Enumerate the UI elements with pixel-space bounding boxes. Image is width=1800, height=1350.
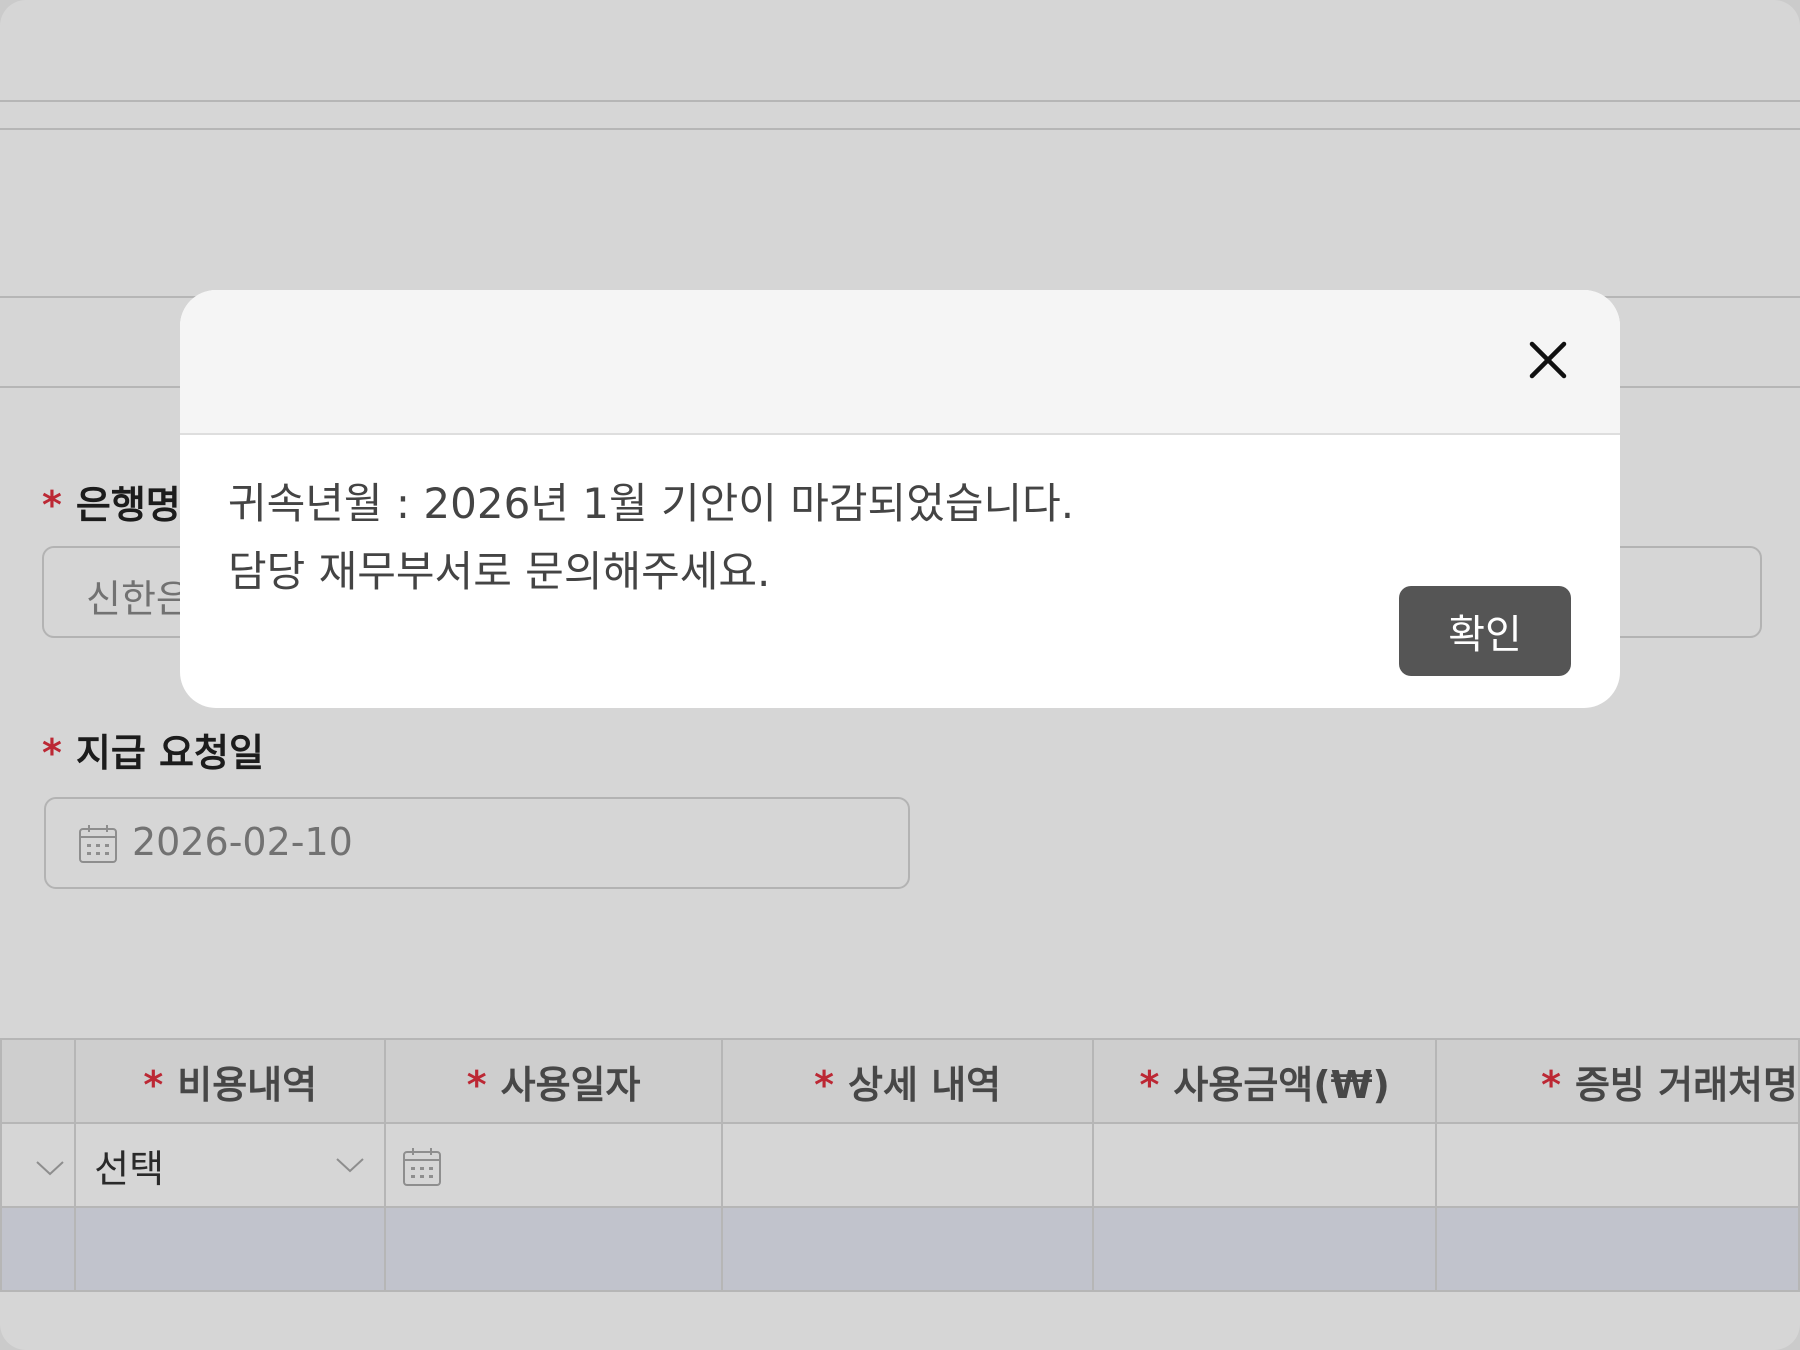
dialog-message-line2: 담당 재무부서로 문의해주세요. — [228, 547, 771, 596]
confirm-button[interactable]: 확인 — [1399, 586, 1571, 676]
dialog-header — [180, 290, 1620, 435]
alert-dialog: 귀속년월 : 2026년 1월 기안이 마감되었습니다. 담당 재무부서로 문의… — [180, 290, 1620, 708]
close-icon[interactable] — [1524, 336, 1572, 384]
dialog-message-line1: 귀속년월 : 2026년 1월 기안이 마감되었습니다. — [228, 479, 1075, 528]
